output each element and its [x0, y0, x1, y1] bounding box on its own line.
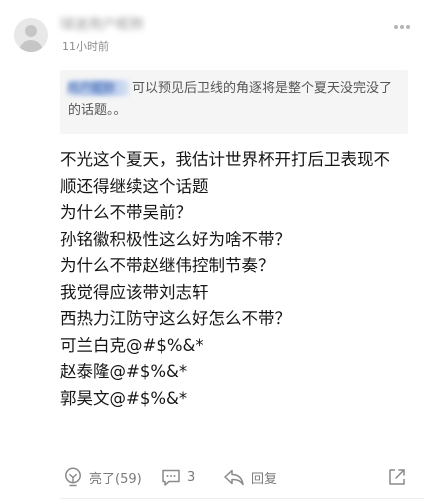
comment-line: 为什么不带赵继伟控制节奏？	[60, 256, 275, 275]
comment-count: 3	[187, 469, 196, 485]
avatar-head-icon	[25, 25, 37, 37]
reply-arrow-icon	[222, 466, 246, 488]
comment-line: 不光这个夏天，我估计世界杯开打后卫表现不	[60, 150, 390, 169]
comment-line: 我觉得应该带刘志轩	[60, 282, 209, 302]
comment-line: 赵泰隆@#$%&*	[60, 362, 188, 381]
comment-actions: 亮了(59) 3 回复	[0, 463, 424, 493]
share-button[interactable]	[386, 463, 408, 491]
comment-line: 为什么不带吴前？	[60, 203, 192, 222]
comment-line: 郭昊文@#$%&*	[60, 388, 188, 408]
like-button[interactable]: 亮了(59)	[62, 463, 142, 491]
reply-button[interactable]: 回复	[222, 463, 277, 491]
share-icon	[386, 466, 408, 488]
comment-body: 不光这个夏天，我估计世界杯开打后卫表现不 顺还得继续这个话题 为什么不带吴前？ …	[60, 147, 416, 412]
more-dots-icon[interactable]	[394, 25, 410, 31]
light-bulb-icon	[62, 466, 84, 488]
comment-line: 可兰白克@#$%&*	[60, 335, 204, 355]
quoted-text: 可以预见后卫线的角逐将是整个夏天没完没了的话题。。	[68, 81, 393, 118]
comment-bubble-icon	[160, 466, 182, 488]
comment-time: 11小时前	[62, 40, 109, 53]
comment-button[interactable]: 3	[160, 463, 195, 491]
comment-line: 西热力江防守这么好怎么不带？	[60, 309, 291, 328]
avatar-body-icon	[19, 40, 43, 52]
comment-card: 球迷用户昵称 11小时前 用户昵称 可以预见后卫线的角逐将是整个夏天没完没了的话…	[0, 0, 424, 500]
avatar[interactable]	[14, 18, 48, 52]
username[interactable]: 球迷用户昵称	[60, 17, 184, 34]
comment-line: 孙铭徽积极性这么好为啥不带？	[60, 229, 291, 249]
reply-label: 回复	[251, 471, 278, 487]
quoted-comment[interactable]: 用户昵称 可以预见后卫线的角逐将是整个夏天没完没了的话题。。	[60, 70, 408, 134]
like-label: 亮了(59)	[89, 471, 142, 487]
comment-line: 顺还得继续这个话题	[60, 176, 209, 196]
divider	[60, 498, 424, 499]
